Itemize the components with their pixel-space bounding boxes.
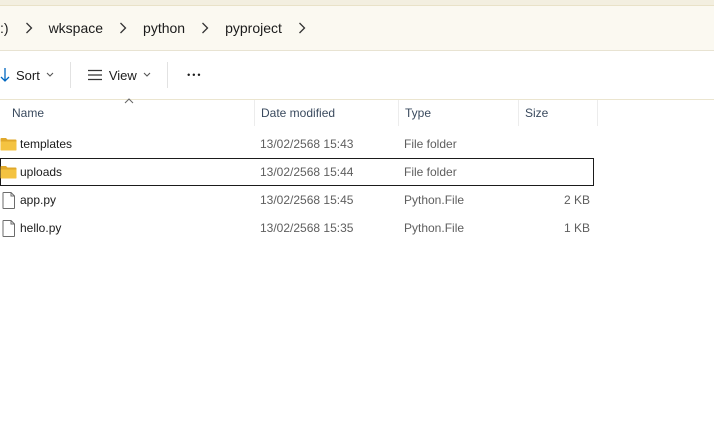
file-type: File folder xyxy=(404,137,457,151)
file-type: File folder xyxy=(404,165,457,179)
command-bar: Sort View ••• xyxy=(0,51,714,100)
file-row-templates[interactable]: templates 13/02/2568 15:43 File folder xyxy=(0,130,714,158)
more-options-icon: ••• xyxy=(187,70,203,80)
file-name: app.py xyxy=(20,193,57,207)
file-explorer-window: :) wkspace python pyproject Sort View ••… xyxy=(0,0,714,445)
file-icon xyxy=(0,186,18,214)
file-size xyxy=(518,158,590,186)
chevron-right-icon[interactable] xyxy=(191,13,219,43)
view-button[interactable]: View xyxy=(81,59,157,91)
file-row-hello-py[interactable]: hello.py 13/02/2568 15:35 Python.File 1 … xyxy=(0,214,714,242)
folder-icon xyxy=(0,130,18,158)
sort-label: Sort xyxy=(16,67,40,83)
view-label: View xyxy=(108,67,137,83)
chevron-right-icon[interactable] xyxy=(15,13,43,43)
file-type: Python.File xyxy=(404,221,465,235)
file-name: uploads xyxy=(20,165,63,179)
file-row-app-py[interactable]: app.py 13/02/2568 15:45 Python.File 2 KB xyxy=(0,186,714,214)
sort-arrows-icon xyxy=(0,67,10,83)
chevron-right-icon[interactable] xyxy=(288,13,316,43)
chevron-down-icon xyxy=(46,72,54,78)
column-header-type-label: Type xyxy=(405,106,432,120)
column-header-date-label: Date modified xyxy=(261,106,336,120)
toolbar-divider xyxy=(166,62,168,88)
file-size xyxy=(518,130,590,158)
column-header-row: Name Date modified Type Size xyxy=(0,98,714,126)
breadcrumb-item-wkspace[interactable]: wkspace xyxy=(43,13,109,43)
column-header-name[interactable]: Name xyxy=(6,100,254,126)
file-date: 13/02/2568 15:43 xyxy=(260,137,354,151)
column-header-date[interactable]: Date modified xyxy=(254,100,398,126)
view-list-icon xyxy=(87,69,103,81)
column-header-size-label: Size xyxy=(525,106,549,120)
file-date: 13/02/2568 15:44 xyxy=(260,165,354,179)
sort-button[interactable]: Sort xyxy=(0,59,60,91)
file-name: hello.py xyxy=(20,221,62,235)
breadcrumb-item-python[interactable]: python xyxy=(137,13,191,43)
column-header-type[interactable]: Type xyxy=(398,100,518,126)
column-header-size[interactable]: Size xyxy=(518,100,598,126)
chevron-right-icon[interactable] xyxy=(109,13,137,43)
chevron-down-icon xyxy=(143,72,151,78)
file-type: Python.File xyxy=(404,193,465,207)
breadcrumb-item-drive[interactable]: :) xyxy=(0,13,15,43)
file-size: 1 KB xyxy=(563,221,590,235)
file-date: 13/02/2568 15:35 xyxy=(260,221,354,235)
file-list: templates 13/02/2568 15:43 File folder u… xyxy=(0,130,714,242)
file-name: templates xyxy=(20,137,73,151)
more-options-button[interactable]: ••• xyxy=(178,59,212,91)
column-header-name-label: Name xyxy=(12,106,45,120)
breadcrumb-item-pyproject[interactable]: pyproject xyxy=(219,13,288,43)
toolbar-divider xyxy=(69,62,71,88)
file-icon xyxy=(0,214,18,242)
file-date: 13/02/2568 15:45 xyxy=(260,193,354,207)
file-size: 2 KB xyxy=(563,193,590,207)
file-row-uploads[interactable]: uploads 13/02/2568 15:44 File folder xyxy=(0,158,594,186)
folder-icon xyxy=(0,158,18,186)
breadcrumb[interactable]: :) wkspace python pyproject xyxy=(0,6,714,51)
